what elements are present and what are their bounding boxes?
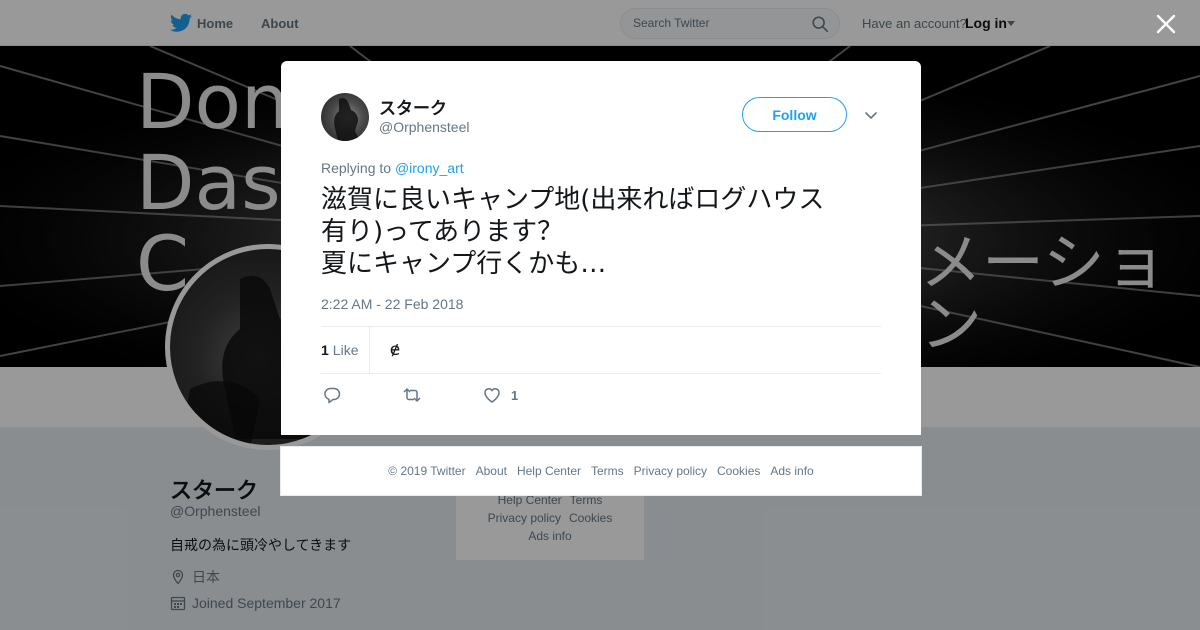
follow-button[interactable]: Follow bbox=[742, 97, 847, 132]
footer-link-terms[interactable]: Terms bbox=[591, 464, 624, 478]
replying-to-link[interactable]: @irony_art bbox=[395, 160, 464, 176]
close-icon[interactable] bbox=[1152, 10, 1180, 38]
like-count-label: Like bbox=[332, 342, 359, 358]
tweet-timestamp[interactable]: 2:22 AM - 22 Feb 2018 bbox=[321, 296, 463, 312]
replying-prefix: Replying to bbox=[321, 160, 392, 176]
avatar-figure bbox=[334, 98, 360, 141]
retweet-button[interactable] bbox=[402, 384, 422, 406]
footer-link-help-center[interactable]: Help Center bbox=[517, 464, 581, 478]
reply-icon bbox=[324, 387, 341, 404]
tweet-author-handle[interactable]: @Orphensteel bbox=[379, 119, 469, 135]
footer-copyright: © 2019 Twitter bbox=[388, 464, 466, 478]
like-count-value: 1 bbox=[321, 342, 329, 358]
like-action-count: 1 bbox=[511, 387, 519, 403]
heart-icon bbox=[484, 388, 500, 403]
replying-to: Replying to @irony_art bbox=[321, 160, 464, 176]
tweet-modal: スターク @Orphensteel Follow Replying to @ir… bbox=[281, 61, 921, 435]
like-count-link[interactable]: 1 Like bbox=[321, 342, 358, 358]
tweet-author-avatar[interactable] bbox=[321, 93, 369, 141]
liker-avatar[interactable]: ɇ bbox=[384, 339, 406, 361]
chevron-down-icon[interactable] bbox=[863, 107, 879, 123]
reply-button[interactable] bbox=[322, 384, 342, 406]
like-button[interactable]: 1 bbox=[482, 384, 518, 406]
retweet-icon bbox=[403, 388, 421, 402]
tweet-text: 滋賀に良いキャンプ地(出来ればログハウス 有り)ってあります？ 夏にキャンプ行く… bbox=[321, 185, 825, 279]
stats-divider bbox=[369, 327, 370, 373]
tweet-author-name[interactable]: スターク bbox=[379, 94, 447, 119]
tweet-stats: 1 Like ɇ bbox=[321, 326, 881, 374]
footer-link-about[interactable]: About bbox=[476, 464, 507, 478]
modal-footer: © 2019 Twitter About Help Center Terms P… bbox=[280, 446, 922, 496]
footer-link-privacy[interactable]: Privacy policy bbox=[634, 464, 707, 478]
footer-link-cookies[interactable]: Cookies bbox=[717, 464, 760, 478]
footer-link-ads-info[interactable]: Ads info bbox=[770, 464, 813, 478]
